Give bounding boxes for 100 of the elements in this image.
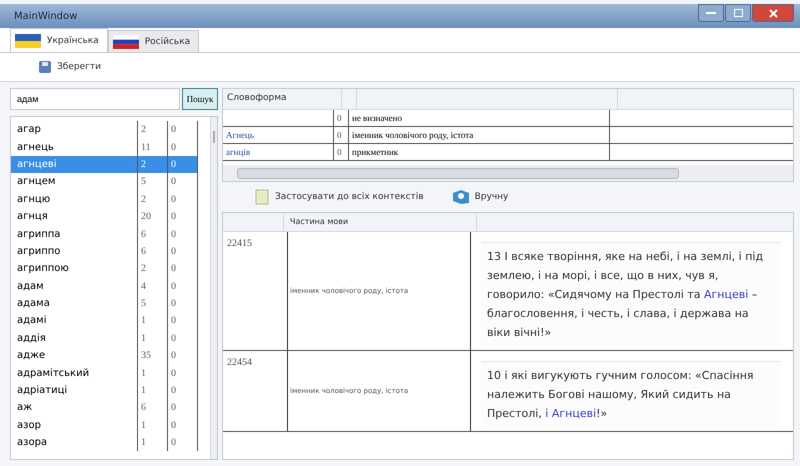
flag-icon: [15, 34, 41, 48]
close-icon: [768, 8, 778, 18]
minimize-icon: [706, 11, 716, 15]
word-cell: адамі: [11, 312, 138, 330]
flag-cell: 0: [168, 399, 198, 417]
scrollbar-thumb[interactable]: [213, 131, 215, 143]
count-cell: 2: [138, 121, 168, 138]
word-row[interactable]: адам 4 0: [11, 278, 198, 295]
flag-cell: 0: [168, 382, 198, 400]
column-header: Словоформа: [226, 92, 288, 105]
flag-cell: 0: [168, 312, 198, 330]
form-cell-text: Агнець: [225, 129, 255, 142]
word-row[interactable]: агар 2 0: [11, 121, 198, 138]
flag-cell: 0: [168, 278, 198, 295]
word-row[interactable]: адріатиці 1 0: [11, 382, 198, 400]
count-cell: 2: [138, 260, 168, 278]
flag-cell: 0: [168, 190, 198, 208]
count-cell: 5: [138, 294, 168, 312]
word-row[interactable]: аддія 1 0: [11, 330, 198, 348]
flag-cell: 0: [168, 242, 198, 260]
word-row[interactable]: азора 1 0: [11, 434, 198, 452]
flag-cell: 0: [168, 330, 198, 348]
word-row[interactable]: аж 6 0: [11, 399, 198, 417]
flag-cell: 0: [168, 434, 198, 452]
number-cell: 0: [333, 127, 348, 143]
word-row[interactable]: агнця 20 0: [11, 208, 198, 226]
word-row[interactable]: адамі 1 0: [11, 312, 198, 330]
word-cell: агнця: [11, 208, 138, 226]
part-of-speech-cell: не визначено: [348, 110, 609, 126]
close-button[interactable]: [752, 4, 794, 22]
minimize-button[interactable]: [698, 4, 724, 22]
flag-cell: 0: [168, 156, 198, 174]
search-field[interactable]: адам: [10, 88, 180, 110]
word-cell: адріатиці: [11, 382, 138, 400]
word-cell: адрамітський: [11, 364, 138, 382]
word-row[interactable]: агнцем 5 0: [11, 173, 198, 191]
count-cell: 20: [138, 208, 168, 226]
word-cell: агнцем: [11, 173, 138, 191]
count-cell: 1: [138, 434, 168, 452]
id-cell-text: 22454: [226, 356, 253, 370]
word-cell: агнцю: [11, 190, 138, 208]
word-cell: агриппою: [11, 260, 138, 278]
window-title: MainWindow: [14, 10, 78, 22]
flag-cell: 0: [168, 347, 198, 364]
part-of-speech-cell: іменник чоловічого роду, істота: [348, 127, 609, 143]
count-cell: 2: [138, 190, 168, 208]
number-cell: 0: [333, 110, 348, 126]
vertical-scrollbar[interactable]: [210, 117, 217, 459]
word-row[interactable]: адже 35 0: [11, 347, 198, 364]
flag-cell: 0: [168, 260, 198, 278]
flag-cell: 0: [168, 208, 198, 226]
count-cell: 6: [138, 225, 168, 243]
word-row[interactable]: азор 1 0: [11, 416, 198, 434]
flag-cell: 0: [168, 294, 198, 312]
flag-cell: 0: [168, 121, 198, 138]
word-cell: азора: [11, 434, 138, 452]
flag-icon: [112, 34, 139, 48]
count-cell: 1: [138, 382, 168, 400]
word-row[interactable]: агриппою 2 0: [11, 260, 198, 278]
manual-button[interactable]: Вручну: [448, 187, 512, 207]
count-cell: 6: [138, 242, 168, 260]
save-icon: [38, 60, 52, 74]
word-cell: адама: [11, 294, 138, 312]
language-tab[interactable]: Російська: [108, 30, 200, 52]
word-row[interactable]: адрамітський 1 0: [11, 364, 198, 382]
word-row[interactable]: агнцю 2 0: [11, 190, 198, 208]
word-cell: агриппа: [11, 225, 138, 243]
count-cell: 4: [138, 278, 168, 295]
maximize-button[interactable]: [725, 4, 751, 22]
word-row[interactable]: агриппа 6 0: [11, 225, 198, 243]
word-row[interactable]: адама 5 0: [11, 294, 198, 312]
count-cell: 1: [138, 416, 168, 434]
count-cell: 5: [138, 173, 168, 191]
apply-all-button[interactable]: Застосувати до всіх контекстів: [250, 187, 428, 207]
count-cell: 1: [138, 312, 168, 330]
language-tab[interactable]: Українська: [10, 28, 108, 52]
word-cell: агнцеві: [11, 156, 138, 174]
flag-cell: 0: [168, 173, 198, 191]
word-cell: адже: [11, 347, 138, 364]
number-cell: 0: [333, 144, 348, 160]
scrollbar-thumb[interactable]: [237, 168, 679, 179]
maximize-icon: [734, 9, 742, 17]
column-header: Частина мови: [283, 213, 476, 231]
search-button[interactable]: Пошук: [182, 88, 218, 110]
count-cell: 1: [138, 364, 168, 382]
word-cell: аж: [11, 399, 138, 417]
book-icon: [452, 189, 470, 205]
flag-cell: 0: [168, 364, 198, 382]
horizontal-scrollbar[interactable]: [223, 165, 793, 181]
word-cell: агар: [11, 121, 138, 138]
word-cell: азор: [11, 416, 138, 434]
id-cell-text: 22415: [226, 237, 253, 251]
word-cell: агриппо: [11, 242, 138, 260]
flag-cell: 0: [168, 225, 198, 243]
part-of-speech-cell: прикметник: [348, 144, 609, 160]
word-row[interactable]: агриппо 6 0: [11, 242, 198, 260]
document-icon: [254, 189, 270, 205]
count-cell: 35: [138, 347, 168, 364]
word-cell: адам: [11, 278, 138, 295]
save-button[interactable]: Зберегти: [34, 58, 105, 76]
